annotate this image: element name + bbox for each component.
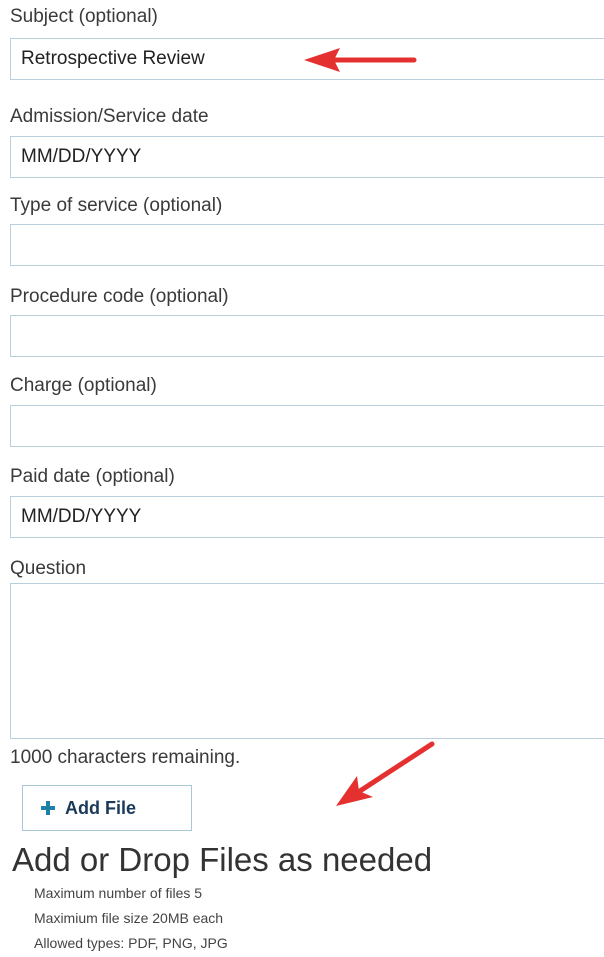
type-of-service-input[interactable] bbox=[10, 224, 604, 266]
charge-input[interactable] bbox=[10, 405, 604, 447]
subject-input[interactable] bbox=[10, 38, 604, 80]
admission-date-label: Admission/Service date bbox=[10, 106, 209, 127]
procedure-code-input[interactable] bbox=[10, 315, 604, 357]
question-label: Question bbox=[10, 558, 87, 579]
plus-icon bbox=[41, 801, 55, 815]
admission-date-input[interactable] bbox=[10, 136, 604, 178]
paid-date-label: Paid date (optional) bbox=[10, 466, 175, 487]
add-file-label: Add File bbox=[65, 797, 136, 818]
add-file-button[interactable]: Add File bbox=[22, 785, 192, 831]
procedure-code-label: Procedure code (optional) bbox=[10, 286, 229, 307]
arrow-to-add-file-icon bbox=[336, 741, 435, 806]
question-form: Subject (optional) Admission/Service dat… bbox=[0, 0, 604, 957]
charge-label: Charge (optional) bbox=[10, 375, 157, 396]
allowed-types-info: Allowed types: PDF, PNG, JPG bbox=[34, 935, 228, 951]
question-textarea[interactable] bbox=[10, 583, 604, 739]
characters-remaining: 1000 characters remaining. bbox=[10, 747, 241, 768]
type-of-service-label: Type of service (optional) bbox=[10, 195, 223, 216]
max-size-info: Maximium file size 20MB each bbox=[34, 910, 224, 926]
subject-label: Subject (optional) bbox=[10, 6, 158, 27]
drop-files-title[interactable]: Add or Drop Files as needed bbox=[12, 840, 432, 880]
paid-date-input[interactable] bbox=[10, 496, 604, 538]
max-files-info: Maximum number of files 5 bbox=[34, 885, 203, 901]
